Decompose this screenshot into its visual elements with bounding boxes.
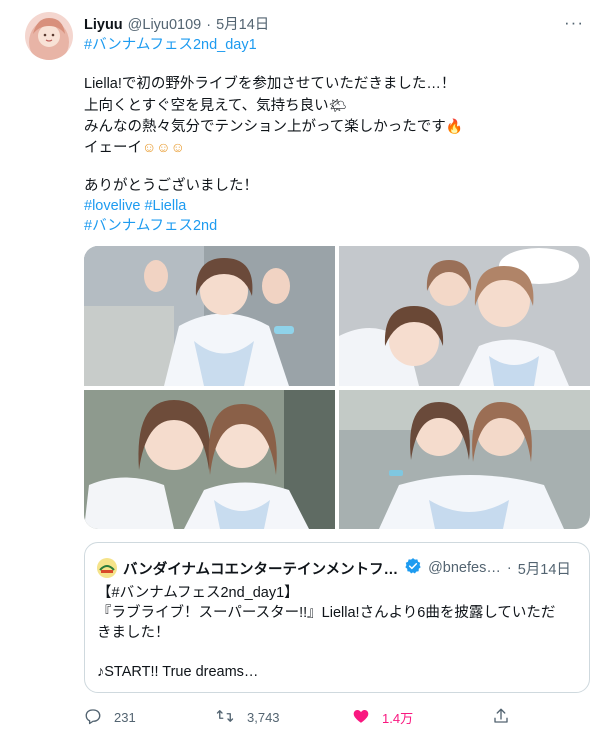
quoted-avatar bbox=[97, 558, 117, 578]
share-button[interactable] bbox=[492, 703, 510, 731]
reply-count: 231 bbox=[114, 709, 136, 725]
verified-badge-icon bbox=[404, 557, 422, 579]
retweet-icon bbox=[215, 707, 235, 728]
heart-icon bbox=[352, 707, 370, 728]
header-separator: · bbox=[206, 17, 212, 33]
tweet-text-line-1: Liella!で初の野外ライブを参加させていただきました…！ bbox=[84, 74, 455, 94]
photo-1[interactable] bbox=[84, 246, 335, 386]
hashtag-liella[interactable]: #Liella bbox=[144, 198, 186, 214]
reply-button[interactable]: 231 bbox=[84, 703, 136, 731]
sun-behind-cloud-icon: 🌤 bbox=[328, 97, 347, 113]
tweet-actions: 231 3,743 1.4万 bbox=[84, 703, 524, 731]
tweet-text: ありがとうございました！ bbox=[84, 178, 258, 194]
author-name[interactable]: Liyuu bbox=[84, 17, 123, 33]
fire-icon: 🔥 bbox=[445, 118, 464, 134]
reply-icon bbox=[84, 707, 102, 728]
photo-2[interactable] bbox=[339, 246, 590, 386]
like-button[interactable]: 1.4万 bbox=[352, 703, 413, 731]
photo-3[interactable] bbox=[84, 390, 335, 529]
quoted-tweet-date: 5月14日 bbox=[517, 561, 571, 578]
photo-4[interactable] bbox=[339, 390, 590, 529]
quoted-header-separator: · bbox=[506, 560, 512, 576]
tweet-text-line-2: 上向くとすぐ空を見えて、気持ち良い🌤 bbox=[84, 95, 346, 116]
tweet-text-line-4: イェーイ☺☺☺ bbox=[84, 137, 185, 158]
tweet-text: Liella!で初の野外ライブを参加させていただきました…！ bbox=[84, 76, 456, 92]
quoted-tweet-header: バンダイナムコエンターテインメントフ… @bnefes… · 5月14日 bbox=[97, 557, 571, 579]
hashtag-lovelive[interactable]: #lovelive bbox=[84, 198, 140, 214]
retweet-count: 3,743 bbox=[247, 709, 280, 725]
tweet-date[interactable]: 5月14日 bbox=[216, 13, 269, 34]
hashtag-line: #lovelive #Liella bbox=[84, 196, 186, 216]
like-count: 1.4万 bbox=[382, 710, 414, 726]
hashtag-banamfes-2nd[interactable]: #バンナムフェス2nd bbox=[84, 216, 217, 236]
tweet-text: みんなの熱々気分でテンション上がって楽しかったです bbox=[84, 119, 446, 135]
quoted-text-line-2: 『ラブライブ！スーパースター!!』Liella!さんより6曲を披露していただ bbox=[97, 605, 556, 621]
tweet-text-line-3: みんなの熱々気分でテンション上がって楽しかったです🔥 bbox=[84, 116, 463, 137]
quoted-text-line-4: ♪START!! True dreams… bbox=[97, 664, 259, 680]
avatar[interactable] bbox=[25, 12, 73, 60]
tweet-text: イェーイ bbox=[84, 140, 142, 156]
quoted-author-name: バンダイナムコエンターテインメントフ… bbox=[123, 561, 399, 578]
tweet-text-line-5: ありがとうございました！ bbox=[84, 176, 258, 196]
photo-grid bbox=[84, 246, 590, 529]
retweet-button[interactable]: 3,743 bbox=[215, 703, 280, 731]
tweet-header: Liyuu @Liyu0109 · 5月14日 bbox=[84, 13, 269, 34]
more-options-icon[interactable]: ··· bbox=[561, 13, 587, 33]
quoted-text-line-3: きました！ bbox=[97, 625, 170, 641]
quoted-tweet[interactable]: バンダイナムコエンターテインメントフ… @bnefes… · 5月14日 【#バ… bbox=[84, 542, 590, 693]
author-handle[interactable]: @Liyu0109 bbox=[128, 17, 202, 33]
hashtag-banamfes-day1[interactable]: #バンナムフェス2nd_day1 bbox=[84, 35, 257, 55]
tweet[interactable]: Liyuu @Liyu0109 · 5月14日 ··· #バンナムフェス2nd_… bbox=[0, 0, 599, 738]
tweet-text: 上向くとすぐ空を見えて、気持ち良い bbox=[84, 98, 329, 114]
share-icon bbox=[492, 707, 510, 728]
smiling-face-icon: ☺☺☺ bbox=[142, 139, 185, 155]
quoted-text-line-1: 【#バンナムフェス2nd_day1】 bbox=[97, 585, 299, 601]
quoted-author-handle: @bnefes… bbox=[428, 560, 501, 576]
